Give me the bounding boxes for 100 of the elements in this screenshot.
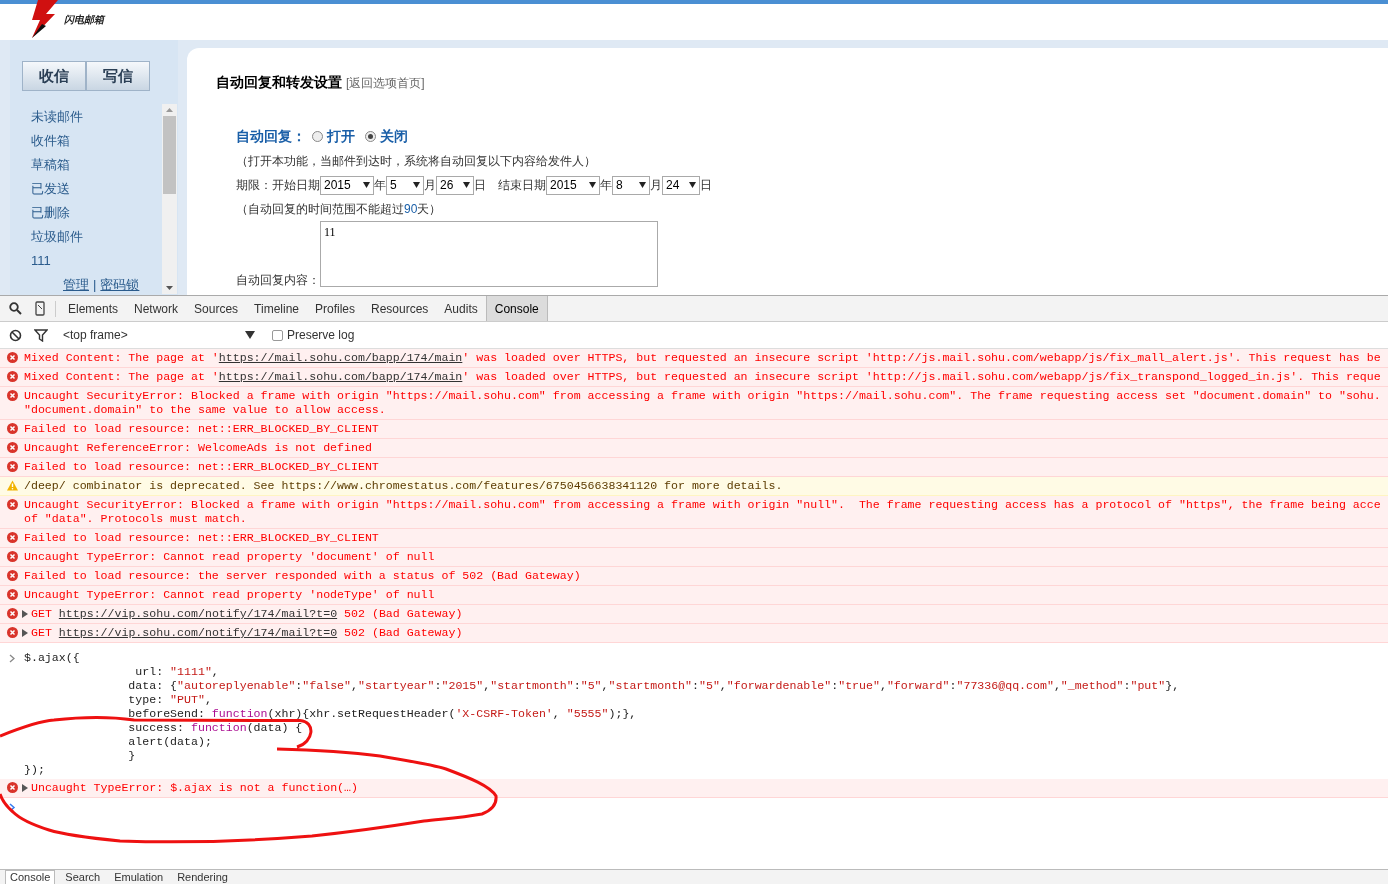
dropdown-arrow-icon xyxy=(589,182,596,188)
code-line: alert(data); xyxy=(127,735,212,749)
radio-button[interactable] xyxy=(365,130,376,142)
error-icon xyxy=(7,589,18,600)
devtools-tab[interactable]: Audits xyxy=(436,296,486,321)
console-message: Uncaught ReferenceError: WelcomeAds is not defined xyxy=(24,441,372,455)
console-message: /deep/ combinator is deprecated. See https://www.chromestatus.com/features/6750456638341120 for more details. xyxy=(24,479,783,493)
end-date-label: 结束日期 xyxy=(498,177,546,194)
auto-reply-label: 自动回复： xyxy=(236,126,306,146)
search-icon[interactable] xyxy=(9,302,22,315)
filter-icon[interactable] xyxy=(34,328,48,342)
date-select[interactable]: 5 xyxy=(386,175,424,195)
mail-button[interactable]: 写信 xyxy=(86,61,150,91)
unit-label: 年 xyxy=(374,177,386,194)
folder-link[interactable]: 草稿箱 xyxy=(31,153,178,177)
sidebar-link[interactable]: 密码锁 xyxy=(100,275,140,295)
error-icon xyxy=(7,390,18,401)
console-message: Uncaught TypeError: Cannot read property 'document' of null xyxy=(24,550,435,564)
devtools-tab[interactable]: Network xyxy=(126,296,187,321)
prompt-icon xyxy=(9,653,16,663)
code-line: data: {"autoreplyenable":"false","startyear":"2015","startmonth":"5","startmonth":"5","forwardenable":"true","forward":"77336@qq.com","_method":"put"}, xyxy=(127,679,1180,693)
back-link[interactable]: [返回选项首页] xyxy=(346,74,425,92)
drawer-tab[interactable]: Search xyxy=(61,871,105,884)
message-link[interactable]: https://vip.sohu.com/notify/174/mail?t=0 xyxy=(58,607,338,620)
console-message: Uncaught SecurityError: Blocked a frame with origin "https://mail.sohu.com" from accessing a frame with origin "null". The frame requesting access has a protocol of "https", the frame being acce of "data". Protocols must match. xyxy=(24,498,1381,526)
folder-link[interactable]: 收件箱 xyxy=(31,129,178,153)
date-select[interactable]: 24 xyxy=(662,175,700,195)
console-message: Uncaught TypeError: $.ajax is not a function(…) xyxy=(31,781,358,795)
dropdown-arrow-icon xyxy=(245,331,255,339)
sidebar-link[interactable]: 管理 xyxy=(63,275,89,295)
folder-link[interactable]: 已发送 xyxy=(31,177,178,201)
prompt-icon[interactable] xyxy=(9,803,16,812)
error-icon xyxy=(7,371,18,382)
devtools-tab[interactable]: Profiles xyxy=(307,296,363,321)
devtools-tab[interactable]: Console xyxy=(485,296,548,321)
code-line: url: "1111", xyxy=(134,665,219,679)
reply-content-field[interactable]: 11 xyxy=(320,221,658,287)
error-icon xyxy=(7,442,18,453)
frame-select[interactable]: <top frame> xyxy=(63,326,255,344)
radio-label: 打开 xyxy=(327,126,355,146)
code-line: type: "PUT", xyxy=(127,693,212,707)
dropdown-arrow-icon xyxy=(463,182,470,188)
message-link[interactable]: https://mail.sohu.com/bapp/174/main xyxy=(218,370,463,383)
clear-icon[interactable] xyxy=(9,328,22,342)
error-icon xyxy=(7,782,18,793)
mobile-device-icon[interactable] xyxy=(35,301,45,316)
folder-link[interactable]: 111 xyxy=(31,249,178,273)
folder-link[interactable]: 已删除 xyxy=(31,201,178,225)
dropdown-arrow-icon xyxy=(689,182,696,188)
message-link[interactable]: https://mail.sohu.com/bapp/174/main xyxy=(218,351,463,364)
console-message: Uncaught TypeError: Cannot read property 'nodeType' of null xyxy=(24,588,435,602)
console-message: Failed to load resource: net::ERR_BLOCKED_BY_CLIENT xyxy=(24,460,379,474)
dropdown-arrow-icon xyxy=(639,182,646,188)
logo-text: 闪电邮箱 xyxy=(64,13,104,27)
scrollbar[interactable] xyxy=(162,104,177,294)
devtools-tab[interactable]: Sources xyxy=(186,296,247,321)
date-select[interactable]: 2015 xyxy=(546,175,600,195)
error-icon xyxy=(7,423,18,434)
code-line: }); xyxy=(24,763,45,777)
error-icon xyxy=(7,570,18,581)
devtools-tab[interactable]: Timeline xyxy=(246,296,307,321)
code-line: $.ajax({ xyxy=(24,651,80,665)
dropdown-arrow-icon xyxy=(363,182,370,188)
preserve-log-checkbox[interactable] xyxy=(272,329,283,341)
expand-triangle-icon[interactable] xyxy=(22,629,28,637)
code-line: success: function(data) { xyxy=(127,721,303,735)
drawer-tab[interactable]: Rendering xyxy=(173,871,232,884)
devtools-tab[interactable]: Resources xyxy=(363,296,437,321)
drawer-tab[interactable]: Console xyxy=(5,870,56,884)
console-message: GET https://vip.sohu.com/notify/174/mail?t=0 502 (Bad Gateway) xyxy=(31,607,463,621)
console-message: Failed to load resource: net::ERR_BLOCKED_BY_CLIENT xyxy=(24,422,379,436)
folder-link[interactable]: 垃圾邮件 xyxy=(31,225,178,249)
drawer-tab[interactable]: Emulation xyxy=(110,871,168,884)
radio-button[interactable] xyxy=(312,130,323,142)
unit-label: 月 xyxy=(650,177,662,194)
console-message: Failed to load resource: net::ERR_BLOCKED_BY_CLIENT xyxy=(24,531,379,545)
console-message: GET https://vip.sohu.com/notify/174/mail?t=0 502 (Bad Gateway) xyxy=(31,626,463,640)
message-link[interactable]: https://vip.sohu.com/notify/174/mail?t=0 xyxy=(58,626,338,639)
frame-select-value: <top frame> xyxy=(63,327,128,344)
console-message: Failed to load resource: the server responded with a status of 502 (Bad Gateway) xyxy=(24,569,581,583)
link-separator: | xyxy=(93,276,97,294)
date-select[interactable]: 2015 xyxy=(320,175,374,195)
scrollbar-thumb[interactable] xyxy=(163,116,176,194)
code-line: } xyxy=(127,749,136,763)
radio-label: 关闭 xyxy=(380,126,408,146)
console-message: Mixed Content: The page at 'https://mail.sohu.com/bapp/174/main' was loaded over HTTPS, but requested an insecure script 'http://js.mail.sohu.com/webapp/js/fix_transpond_logged_in.js'. This reque xyxy=(24,370,1381,384)
date-select[interactable]: 26 xyxy=(436,175,474,195)
hint-text: （打开本功能，当邮件到达时，系统将自动回复以下内容给发件人） xyxy=(236,153,597,170)
content-label: 自动回复内容： xyxy=(236,272,320,289)
error-icon xyxy=(7,499,18,510)
error-icon xyxy=(7,627,18,638)
mail-button[interactable]: 收信 xyxy=(22,61,86,91)
error-icon xyxy=(7,551,18,562)
page-title: 自动回复和转发设置 xyxy=(216,73,342,92)
expand-triangle-icon[interactable] xyxy=(22,610,28,618)
folder-link[interactable]: 未读邮件 xyxy=(31,105,178,129)
code-line: beforeSend: function(xhr){xhr.setRequestHeader('X-CSRF-Token', "5555");}, xyxy=(127,707,637,721)
date-select[interactable]: 8 xyxy=(612,175,650,195)
devtools-tab[interactable]: Elements xyxy=(60,296,127,321)
expand-triangle-icon[interactable] xyxy=(22,784,28,792)
